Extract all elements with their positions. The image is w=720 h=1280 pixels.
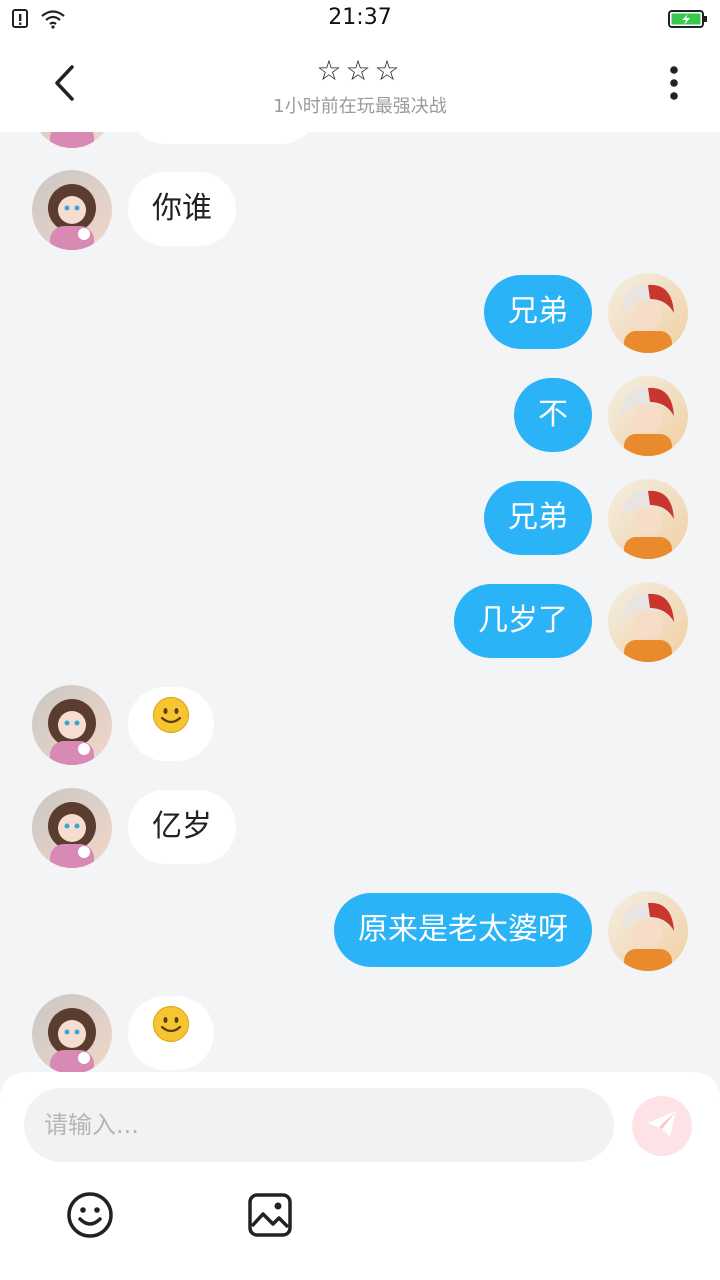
avatar[interactable] [608, 479, 688, 559]
more-vertical-icon [669, 65, 679, 105]
message-bubble[interactable]: 几岁了 [454, 584, 592, 658]
image-icon [247, 1192, 293, 1242]
message-bubble[interactable]: 亿岁 [128, 790, 236, 864]
emoji-button[interactable] [65, 1192, 115, 1242]
message-bubble[interactable] [128, 132, 318, 144]
message-list[interactable]: 你谁 兄弟 不 兄弟 几岁了 亿岁 原来是老太婆呀 [0, 132, 720, 1072]
avatar[interactable] [608, 376, 688, 456]
chat-title: ☆☆☆ [316, 54, 404, 87]
message-row: 你谁 [0, 170, 720, 250]
message-row [0, 685, 720, 765]
avatar[interactable] [32, 994, 112, 1072]
message-composer [0, 1072, 720, 1280]
chat-subtitle: 1小时前在玩最强决战 [273, 96, 447, 117]
message-row: 几岁了 [0, 582, 720, 662]
avatar[interactable] [608, 273, 688, 353]
avatar[interactable] [32, 170, 112, 250]
message-row: 兄弟 [0, 479, 720, 559]
avatar[interactable] [32, 788, 112, 868]
status-bar: 21:37 [0, 0, 720, 40]
message-row: 不 [0, 376, 720, 456]
avatar[interactable] [608, 582, 688, 662]
avatar[interactable] [32, 132, 112, 148]
message-bubble[interactable]: 兄弟 [484, 275, 592, 349]
smiley-emoji-icon [152, 688, 190, 762]
message-bubble[interactable]: 你谁 [128, 172, 236, 246]
chat-header: ☆☆☆ 1小时前在玩最强决战 [0, 40, 720, 132]
avatar[interactable] [608, 891, 688, 971]
smiley-icon [66, 1191, 114, 1243]
message-input[interactable] [24, 1088, 614, 1162]
message-bubble[interactable]: 原来是老太婆呀 [334, 893, 592, 967]
image-button[interactable] [245, 1192, 295, 1242]
smiley-emoji-icon [152, 997, 190, 1071]
send-button[interactable] [632, 1096, 692, 1156]
message-row [0, 132, 720, 148]
message-bubble[interactable] [128, 687, 214, 761]
message-row [0, 994, 720, 1072]
paper-plane-icon [645, 1107, 679, 1145]
avatar[interactable] [32, 685, 112, 765]
more-button[interactable] [652, 60, 696, 110]
message-bubble[interactable]: 兄弟 [484, 481, 592, 555]
message-row: 原来是老太婆呀 [0, 891, 720, 971]
status-time: 21:37 [328, 5, 392, 30]
message-bubble[interactable] [128, 996, 214, 1070]
message-row: 亿岁 [0, 788, 720, 868]
message-row: 兄弟 [0, 273, 720, 353]
battery-charging-icon [668, 9, 708, 33]
message-bubble[interactable]: 不 [514, 378, 592, 452]
